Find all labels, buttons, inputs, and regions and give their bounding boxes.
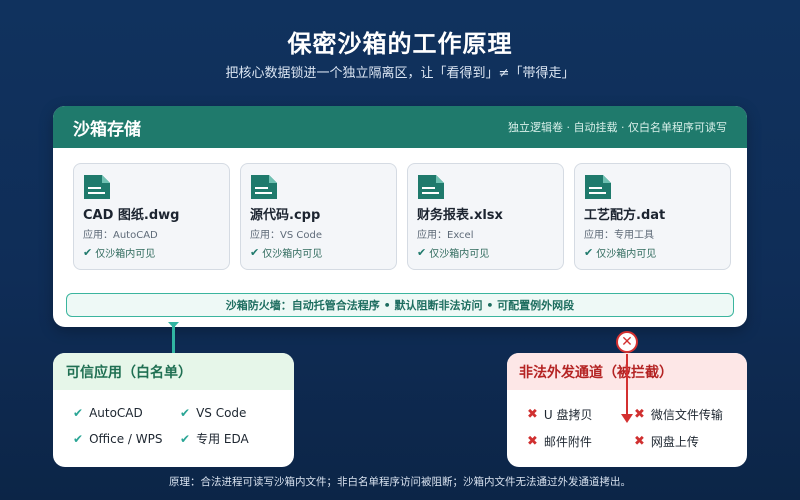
check-icon: ✔ <box>180 406 191 420</box>
document-icon <box>584 174 612 200</box>
file-scope-label: 仅沙箱内可见 <box>262 249 323 260</box>
blocked-item-label: 邮件附件 <box>543 435 592 449</box>
cross-icon: ✖ <box>634 407 645 422</box>
file-scope: ✔ 仅沙箱内可见 <box>250 245 386 260</box>
document-icon <box>417 174 445 200</box>
sandbox-firewall-bar: 沙箱防火墙：自动托管合法程序 • 默认阻断非法访问 • 可配置例外网段 <box>66 293 734 317</box>
cross-icon: ✖ <box>527 407 538 422</box>
file-card[interactable]: 源代码.cpp 应用：VS Code ✔ 仅沙箱内可见 <box>240 163 397 270</box>
file-app: 应用：VS Code <box>250 230 322 241</box>
whitelist-title: 可信应用（白名单） <box>53 353 294 390</box>
file-card[interactable]: CAD 图纸.dwg 应用：AutoCAD ✔ 仅沙箱内可见 <box>73 163 230 270</box>
check-icon: ✔ <box>83 246 93 259</box>
whitelist-panel: 可信应用（白名单） ✔ AutoCAD ✔ VS Code ✔ Office / WP… <box>53 353 294 467</box>
whitelist-item-label: 专用 EDA <box>196 432 249 446</box>
file-scope-label: 仅沙箱内可见 <box>429 249 490 260</box>
blocked-arrow-line <box>626 354 628 416</box>
sandbox-header: 沙箱存储 独立逻辑卷 · 自动挂载 · 仅白名单程序可读写 <box>53 106 747 148</box>
blocked-item: ✖ 邮件附件 <box>527 433 634 450</box>
page-subtitle: 把核心数据锁进一个独立隔离区，让「看得到」≠「带得走」 <box>225 66 575 81</box>
file-scope-label: 仅沙箱内可见 <box>95 249 156 260</box>
document-icon <box>250 174 278 200</box>
whitelist-item: ✔ AutoCAD <box>73 406 180 420</box>
check-icon: ✔ <box>584 246 594 259</box>
file-card[interactable]: 财务报表.xlsx 应用：Excel ✔ 仅沙箱内可见 <box>407 163 564 270</box>
whitelist-item-label: AutoCAD <box>89 406 143 420</box>
cross-icon: ✖ <box>527 434 538 449</box>
sandbox-title: 沙箱存储 <box>73 119 141 140</box>
file-cards: CAD 图纸.dwg 应用：AutoCAD ✔ 仅沙箱内可见 源代码.cpp 应用… <box>73 163 731 270</box>
whitelist-items: ✔ AutoCAD ✔ VS Code ✔ Office / WPS ✔ 专用 EDA <box>53 390 294 447</box>
file-scope: ✔ 仅沙箱内可见 <box>584 245 720 260</box>
check-icon: ✔ <box>180 431 191 446</box>
check-icon: ✔ <box>250 246 260 259</box>
file-app: 应用：Excel <box>417 230 474 241</box>
whitelist-connector <box>172 326 175 353</box>
whitelist-item: ✔ 专用 EDA <box>180 430 290 447</box>
file-name: 源代码.cpp <box>250 208 321 223</box>
file-name: CAD 图纸.dwg <box>83 208 180 223</box>
blocked-item-label: 网盘上传 <box>650 435 699 449</box>
blocked-item: ✖ 网盘上传 <box>634 433 744 450</box>
blocked-item: ✖ 微信文件传输 <box>634 406 744 423</box>
whitelist-item: ✔ VS Code <box>180 406 290 420</box>
sandbox-description: 独立逻辑卷 · 自动挂载 · 仅白名单程序可读写 <box>508 121 727 134</box>
blocked-item: ✖ U 盘拷贝 <box>527 406 634 423</box>
file-scope-label: 仅沙箱内可见 <box>596 249 657 260</box>
file-app: 应用：AutoCAD <box>83 230 158 241</box>
footer-note: 原理：合法进程可读写沙箱内文件；非白名单程序访问被阻断；沙箱内文件无法通过外发通… <box>169 476 631 488</box>
cross-icon: ✖ <box>634 434 645 449</box>
file-card[interactable]: 工艺配方.dat 应用：专用工具 ✔ 仅沙箱内可见 <box>574 163 731 270</box>
file-name: 工艺配方.dat <box>584 208 666 223</box>
page-title: 保密沙箱的工作原理 <box>287 30 513 58</box>
whitelist-item-label: Office / WPS <box>89 431 163 446</box>
file-scope: ✔ 仅沙箱内可见 <box>83 245 219 260</box>
whitelist-item-label: VS Code <box>196 406 247 420</box>
document-icon <box>83 174 111 200</box>
block-x-icon: ✕ <box>616 331 638 353</box>
check-icon: ✔ <box>73 406 84 420</box>
check-icon: ✔ <box>73 431 84 446</box>
file-app: 应用：专用工具 <box>584 230 654 241</box>
blocked-item-label: U 盘拷贝 <box>543 408 593 422</box>
file-scope: ✔ 仅沙箱内可见 <box>417 245 553 260</box>
sandbox-storage-panel: 沙箱存储 独立逻辑卷 · 自动挂载 · 仅白名单程序可读写 CAD 图纸.dwg… <box>53 106 747 327</box>
file-name: 财务报表.xlsx <box>417 208 503 223</box>
check-icon: ✔ <box>417 246 427 259</box>
blocked-item-label: 微信文件传输 <box>650 408 723 422</box>
whitelist-item: ✔ Office / WPS <box>73 430 180 447</box>
